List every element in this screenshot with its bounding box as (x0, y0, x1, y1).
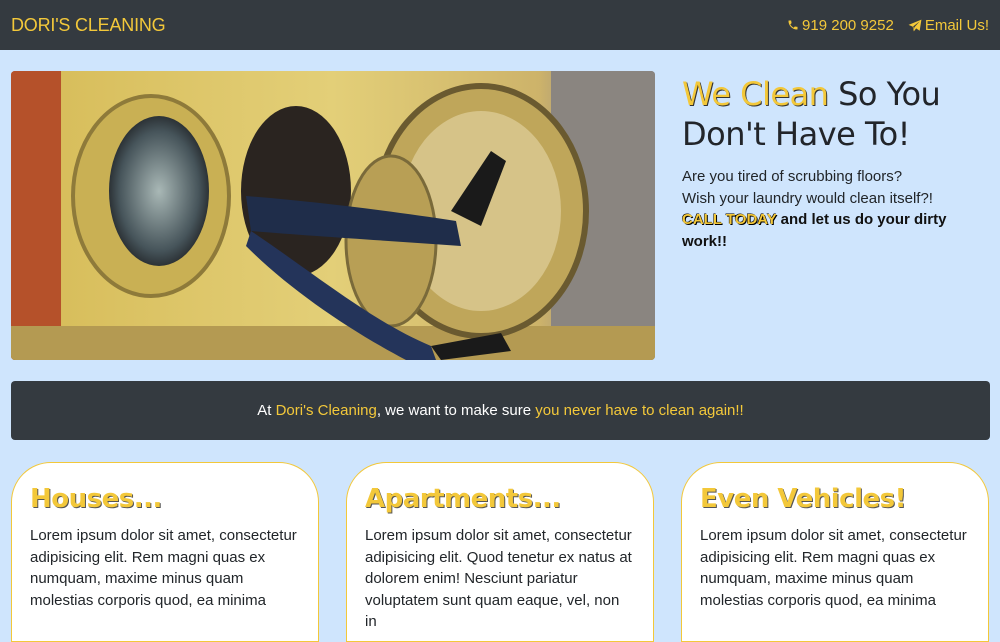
card-text: Lorem ipsum dolor sit amet, consectetur … (365, 527, 632, 630)
hero-text: We Clean So You Don't Have To! Are you t… (682, 74, 982, 252)
card-text: Lorem ipsum dolor sit amet, consectetur … (30, 527, 297, 609)
banner-middle: , we want to make sure (376, 402, 536, 419)
hero-body: Are you tired of scrubbing floors? Wish … (682, 166, 982, 252)
service-card-apartments: Apartments... Lorem ipsum dolor sit amet… (346, 462, 654, 642)
phone-link[interactable]: 919 200 9252 (787, 17, 894, 34)
nav-links: 919 200 9252 Email Us! (787, 17, 989, 34)
paper-plane-icon (908, 19, 922, 32)
phone-number: 919 200 9252 (802, 16, 894, 34)
hero-image (11, 71, 655, 360)
banner-company: Dori's Cleaning (275, 402, 377, 419)
call-today-text: CALL TODAY (682, 211, 777, 228)
service-card-houses: Houses... Lorem ipsum dolor sit amet, co… (11, 462, 319, 642)
hero-title-highlight: We Clean (682, 75, 829, 113)
email-label: Email Us! (924, 16, 989, 34)
card-title: Even Vehicles! (700, 484, 906, 514)
mission-banner: At Dori's Cleaning, we want to make sure… (11, 381, 990, 440)
hero-line-1: Are you tired of scrubbing floors? (682, 168, 903, 185)
banner-prefix: At (257, 402, 276, 419)
card-text: Lorem ipsum dolor sit amet, consectetur … (700, 527, 967, 609)
banner-emphasis: you never have to clean again!! (535, 402, 744, 419)
navbar: DORI'S CLEANING 919 200 9252 Email Us! (0, 0, 1000, 50)
brand-link[interactable]: DORI'S CLEANING (11, 15, 166, 36)
hero-title: We Clean So You Don't Have To! (682, 74, 982, 154)
phone-icon (787, 19, 799, 31)
service-card-vehicles: Even Vehicles! Lorem ipsum dolor sit ame… (681, 462, 989, 642)
email-link[interactable]: Email Us! (908, 17, 989, 34)
hero-line-2: Wish your laundry would clean itself?! (682, 189, 933, 207)
card-title: Houses... (30, 484, 162, 514)
card-title: Apartments... (365, 484, 561, 514)
